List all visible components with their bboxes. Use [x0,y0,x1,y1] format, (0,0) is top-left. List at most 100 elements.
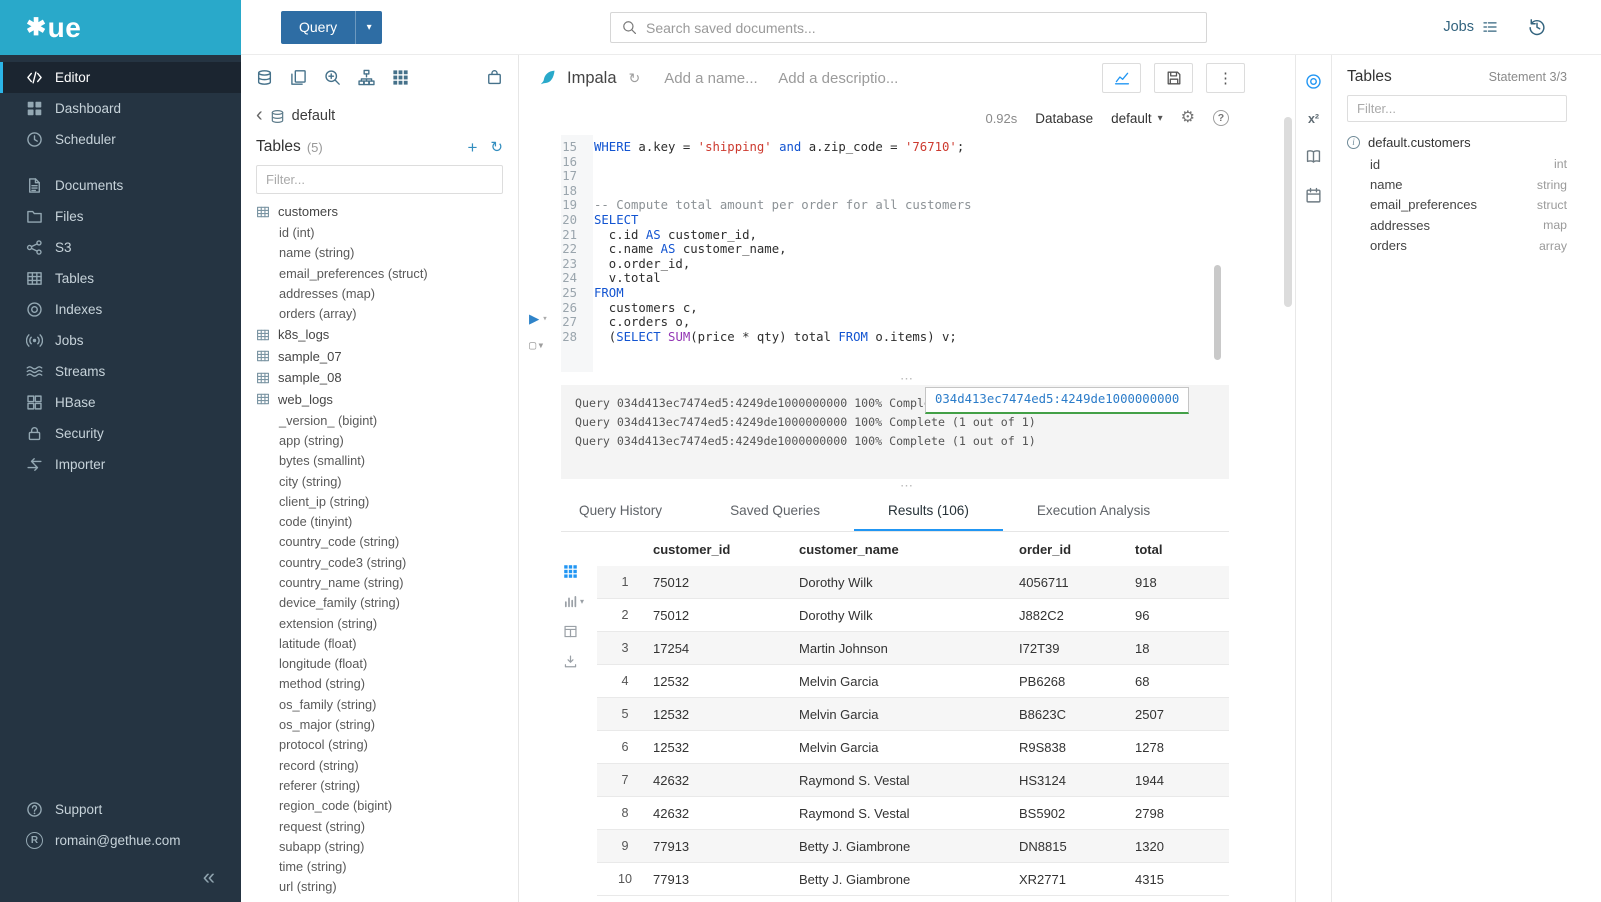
editor-scrollbar[interactable] [1214,265,1221,360]
history-icon[interactable] [1528,18,1546,36]
assist-column[interactable]: time (string) [256,857,503,877]
jobs-link[interactable]: Jobs [1443,19,1498,35]
assist-column[interactable]: name (string) [256,243,503,263]
assist-column[interactable]: subapp (string) [256,836,503,856]
assist-column[interactable]: url (string) [256,877,503,897]
assist-table[interactable]: sample_08 [256,367,503,389]
grid-view-icon[interactable] [563,564,578,579]
sidebar-item-documents[interactable]: Documents [0,170,241,201]
panel-scrollbar[interactable] [1284,117,1292,307]
chart-button[interactable] [1102,63,1141,93]
sidebar-item-hbase[interactable]: HBase [0,387,241,418]
assistant-icon[interactable] [1305,73,1322,90]
sidebar-item-indexes[interactable]: Indexes [0,294,241,325]
assist-column[interactable]: device_family (string) [256,593,503,613]
assist-column[interactable]: extension (string) [256,613,503,633]
active-table-item[interactable]: i default.customers [1347,130,1601,154]
assist-column[interactable]: bytes (smallint) [256,451,503,471]
assist-column[interactable]: id (int) [256,223,503,243]
results-column-header[interactable]: customer_id [653,542,799,557]
assist-column[interactable]: app (string) [256,430,503,450]
results-column-header[interactable]: order_id [1019,542,1135,557]
assist-column[interactable]: _version_ (bigint) [256,410,503,430]
assist-column[interactable]: request (string) [256,816,503,836]
query-name-input[interactable] [664,70,764,87]
assist-column[interactable]: code (tinyint) [256,511,503,531]
sidebar-item-jobs[interactable]: Jobs [0,325,241,356]
documents-source-icon[interactable] [290,69,307,86]
sidebar-item-editor[interactable]: Editor [0,62,241,93]
results-column-header[interactable]: customer_name [799,542,1019,557]
language-reference-icon[interactable] [1305,148,1322,165]
assist-column[interactable]: city (string) [256,471,503,491]
right-filter-input[interactable] [1347,95,1567,122]
columns-view-icon[interactable] [563,624,578,639]
sidebar-item-tables[interactable]: Tables [0,263,241,294]
zoom-plus-icon[interactable] [324,69,341,86]
column-item[interactable]: namestring [1347,174,1601,194]
assist-column[interactable]: region_code (bigint) [256,796,503,816]
save-button[interactable] [1154,63,1193,93]
tab-saved-queries[interactable]: Saved Queries [696,492,854,531]
calendar-icon[interactable] [1305,187,1322,204]
query-description-input[interactable] [778,70,908,87]
assist-column[interactable]: country_name (string) [256,572,503,592]
assist-table[interactable]: k8s_logs [256,324,503,346]
assist-column[interactable]: longitude (float) [256,654,503,674]
assist-column[interactable]: addresses (map) [256,283,503,303]
resize-handle-top[interactable]: ⋯ [519,372,1295,385]
assist-column[interactable]: referer (string) [256,775,503,795]
resize-handle-bottom[interactable]: ⋯ [519,479,1295,492]
add-table-icon[interactable]: + [467,139,477,156]
assist-column[interactable]: protocol (string) [256,735,503,755]
tab-execution-analysis[interactable]: Execution Analysis [1003,492,1184,531]
database-select[interactable]: default ▾ [1111,111,1163,126]
help-icon[interactable]: ? [1213,110,1229,126]
briefcase-icon[interactable] [486,69,503,86]
sidebar-item-security[interactable]: Security [0,418,241,449]
hue-logo[interactable]: ✱ue [0,0,241,55]
results-column-header[interactable]: total [1135,542,1213,557]
assist-column[interactable]: latitude (float) [256,633,503,653]
refresh-tables-icon[interactable]: ↻ [490,140,503,155]
settings-gear-icon[interactable]: ⚙ [1181,110,1195,126]
engine-selector[interactable]: Impala [539,69,617,88]
assist-column[interactable]: os_family (string) [256,694,503,714]
assist-column[interactable]: record (string) [256,755,503,775]
reload-session-icon[interactable]: ↻ [629,70,641,87]
download-icon[interactable] [563,654,578,669]
execute-button[interactable]: ▶▾ [529,311,548,328]
assist-column[interactable]: os_major (string) [256,714,503,734]
sidebar-item-importer[interactable]: Importer [0,449,241,480]
database-source-icon[interactable] [256,69,273,86]
assist-column[interactable]: user_agent (string) [256,897,503,902]
sql-editor[interactable]: 15WHERE a.key = 'shipping' and a.zip_cod… [519,135,1295,372]
sidebar-item-scheduler[interactable]: Scheduler [0,124,241,155]
back-chevron-icon[interactable]: ‹ [256,105,263,125]
sidebar-item-streams[interactable]: Streams [0,356,241,387]
query-dropdown-caret[interactable]: ▾ [355,11,382,44]
assist-column[interactable]: country_code3 (string) [256,552,503,572]
breadcrumb-database[interactable]: default [292,108,336,124]
sitemap-icon[interactable] [358,69,375,86]
assist-table[interactable]: web_logs [256,388,503,410]
functions-icon[interactable]: x² [1308,112,1319,126]
collapse-sidebar-icon[interactable]: « [203,866,215,888]
apps-grid-icon[interactable] [392,69,409,86]
insert-at-cursor-button[interactable]: ▢▾ [529,338,545,352]
search-input[interactable] [646,20,1195,36]
column-item[interactable]: idint [1347,154,1601,174]
sidebar-item-user[interactable]: R romain@gethue.com [0,825,241,856]
tab-query-history[interactable]: Query History [561,492,696,531]
column-item[interactable]: ordersarray [1347,236,1601,256]
assist-column[interactable]: orders (array) [256,304,503,324]
tab-results-106[interactable]: Results (106) [854,492,1003,531]
assist-column[interactable]: country_code (string) [256,532,503,552]
assist-column[interactable]: method (string) [256,674,503,694]
sidebar-item-s3[interactable]: S3 [0,232,241,263]
table-filter-input[interactable] [256,165,503,194]
assist-table[interactable]: sample_07 [256,345,503,367]
assist-table[interactable]: customers [256,201,503,223]
sidebar-item-files[interactable]: Files [0,201,241,232]
assist-column[interactable]: email_preferences (struct) [256,263,503,283]
